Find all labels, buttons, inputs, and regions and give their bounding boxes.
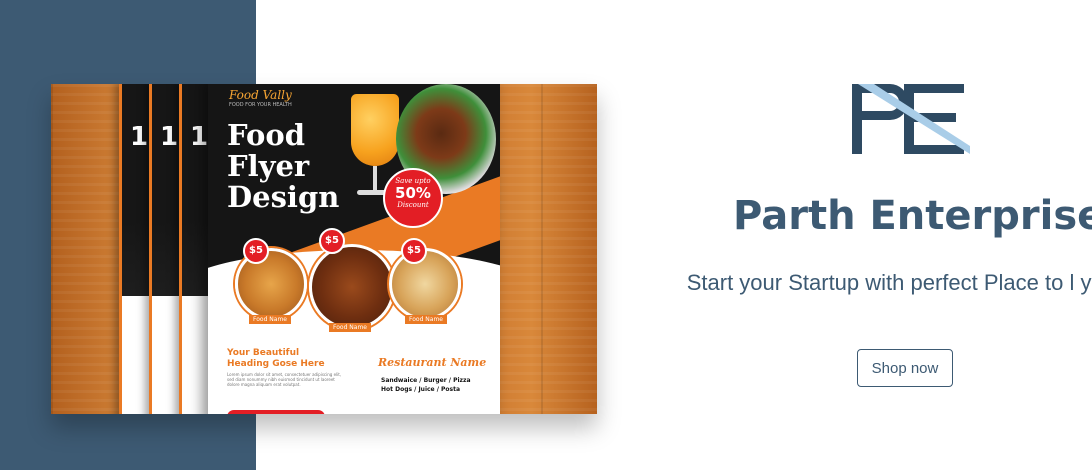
price-tag: $5 [319, 228, 345, 254]
discount-badge: Save upto 50% Discount [383, 168, 443, 228]
flyer-title-line: Food [227, 118, 305, 152]
food-name-label: Food Name [329, 323, 371, 332]
flyer-heading: Your Beautiful Heading Gose Here [227, 348, 347, 370]
flyer-title-line: Design [227, 180, 340, 214]
flyer-body-text: Lorem ipsum dolor sit amet, consectetuer… [227, 372, 342, 387]
food-item-image [389, 248, 461, 320]
price-tag: $5 [243, 238, 269, 264]
discount-value: 50% [395, 184, 431, 202]
pe-logo-icon [852, 84, 970, 154]
menu-line: Hot Dogs / Juice / Posta [381, 386, 461, 393]
discount-label: Discount [397, 201, 429, 209]
flyer-heading-line: Your Beautiful [227, 348, 300, 358]
food-name-label: Food Name [249, 315, 291, 324]
food-item-image [309, 244, 395, 330]
flyer-bottom-bar [227, 410, 325, 414]
flyer-brand-logo: Food Vally [229, 88, 292, 102]
flyer-title-line: Flyer [227, 149, 310, 183]
flyer-brand-tagline: FOOD FOR YOUR HEALTH [229, 102, 292, 108]
back-flyer-number: 1 [190, 122, 209, 152]
flyer-heading-line: Heading Gose Here [227, 359, 325, 369]
orange-drink-glass [351, 94, 399, 166]
price-tag: $5 [401, 238, 427, 264]
food-name-label: Food Name [405, 315, 447, 324]
back-flyer-number: 1 [130, 122, 149, 152]
shop-now-button[interactable]: Shop now [857, 349, 953, 387]
restaurant-name: Restaurant Name [378, 356, 487, 369]
hero-food-flyer-image: envato envato 1 1 1 Food Vally FOOD FOR … [51, 84, 597, 414]
hero-tagline: Start your Startup with perfect Place to… [686, 270, 1092, 295]
back-flyer-number: 1 [160, 122, 179, 152]
glass-stem [373, 166, 377, 192]
menu-line: Sandwaice / Burger / Pizza [381, 377, 471, 384]
brand-title: Parth Enterprise [733, 193, 1092, 239]
